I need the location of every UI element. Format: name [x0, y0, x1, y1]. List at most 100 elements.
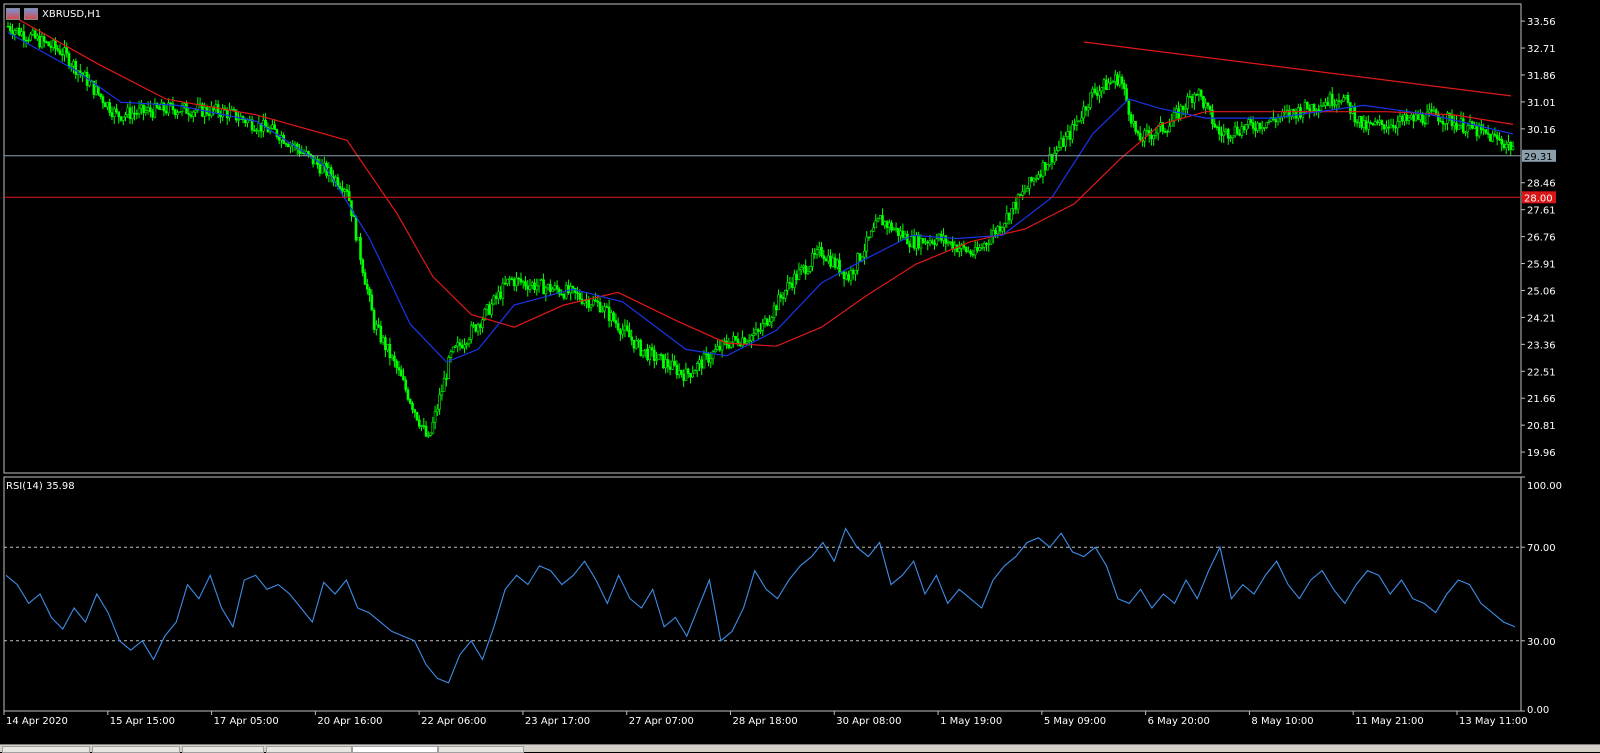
candle-body — [232, 109, 236, 111]
candle-body — [824, 258, 828, 262]
candle-body — [811, 253, 814, 267]
candle-body — [1452, 122, 1456, 127]
candle-body — [998, 226, 1002, 232]
candle-body — [1249, 119, 1253, 124]
candle-body — [386, 343, 389, 351]
support-level-tag-text: 28.00 — [1524, 193, 1553, 204]
candle-body — [173, 109, 177, 116]
candle-body — [982, 243, 986, 248]
candle-body — [413, 409, 417, 413]
candle-body — [899, 230, 902, 236]
candle-body — [494, 295, 498, 299]
candle-body — [433, 411, 437, 423]
candle-body — [851, 270, 855, 275]
candle-body — [1028, 177, 1031, 189]
candle-body — [469, 325, 473, 340]
candle-body — [1410, 114, 1413, 119]
candle-body — [1184, 108, 1187, 110]
candle-body — [404, 379, 408, 390]
candle-body — [1143, 130, 1146, 142]
candle-body — [1215, 126, 1219, 128]
candle-body — [1258, 122, 1262, 130]
candle-body — [169, 102, 173, 105]
time-axis-label: 27 Apr 07:00 — [629, 716, 694, 727]
candle-body — [20, 31, 23, 36]
candle-body — [917, 234, 920, 249]
candle-body — [1016, 194, 1020, 210]
candle-body — [655, 359, 658, 361]
candle-body — [137, 107, 141, 115]
chart-tab[interactable] — [438, 746, 524, 753]
candle-body — [765, 318, 769, 326]
candle-body — [802, 265, 805, 268]
price-axis-label: 30.16 — [1527, 125, 1556, 136]
candle-body — [831, 257, 835, 267]
candle-body — [646, 348, 649, 360]
candle-body — [293, 143, 297, 146]
candle-body — [808, 266, 812, 272]
candle-body — [246, 119, 249, 124]
time-axis-label: 6 May 20:00 — [1148, 716, 1210, 727]
candle-body — [677, 369, 681, 376]
price-axis-label: 27.61 — [1527, 206, 1556, 217]
candle-body — [888, 222, 891, 228]
candle-body — [1145, 130, 1149, 132]
candle-body — [996, 226, 1000, 235]
chart-tab-active[interactable] — [352, 746, 438, 753]
candle-body — [906, 233, 909, 245]
candle-body — [1344, 94, 1348, 98]
candle-body — [1373, 121, 1377, 126]
candle-body — [1495, 135, 1499, 140]
candle-body — [1034, 178, 1038, 180]
candle-body — [815, 249, 819, 255]
candle-body — [189, 114, 193, 117]
candle-body — [591, 299, 595, 306]
candle-body — [987, 243, 991, 246]
candle-body — [1421, 114, 1424, 124]
candle-body — [1193, 93, 1196, 103]
candle-body — [903, 233, 907, 238]
candle-body — [1450, 115, 1454, 127]
candle-body — [359, 237, 362, 261]
candle-body — [440, 391, 444, 396]
candle-body — [680, 369, 683, 375]
candle-body — [915, 234, 918, 249]
candle-body — [994, 230, 997, 235]
candle-body — [603, 306, 606, 312]
candle-body — [720, 340, 724, 351]
candle-body — [420, 425, 423, 427]
candle-body — [395, 360, 398, 368]
candle-body — [237, 119, 240, 121]
chart-tab[interactable] — [266, 746, 352, 753]
candle-body — [754, 329, 758, 334]
time-axis-label: 5 May 09:00 — [1044, 716, 1106, 727]
chart-tab[interactable] — [2, 746, 90, 753]
candle-body — [1330, 93, 1334, 106]
candle-body — [1007, 213, 1011, 221]
chart-tab[interactable] — [92, 746, 180, 753]
candle-body — [928, 240, 932, 244]
candle-body — [451, 346, 455, 352]
time-axis-label: 14 Apr 2020 — [6, 716, 68, 727]
candle-body — [318, 164, 322, 174]
candle-body — [1125, 88, 1128, 102]
time-axis-label: 22 Apr 06:00 — [421, 716, 486, 727]
candle-body — [1500, 138, 1504, 145]
candle-body — [1367, 122, 1370, 130]
candle-body — [445, 378, 448, 380]
candle-body — [797, 269, 801, 280]
candle-body — [1430, 109, 1433, 112]
candle-body — [474, 324, 478, 332]
candle-body — [1308, 108, 1311, 112]
candle-body — [74, 61, 78, 75]
chart-tab[interactable] — [182, 746, 264, 753]
candle-body — [894, 227, 898, 230]
candle-body — [271, 124, 274, 129]
chart-canvas[interactable]: 33.56 32.71 31.86 31.01 30.16 28.46 27.61 26.76… — [0, 0, 1600, 751]
candle-body — [833, 257, 837, 268]
candle-body — [22, 31, 26, 41]
candle-body — [668, 366, 672, 370]
time-axis-label: 13 May 11:00 — [1459, 716, 1528, 727]
candle-body — [1136, 131, 1140, 134]
candle-body — [225, 109, 229, 119]
